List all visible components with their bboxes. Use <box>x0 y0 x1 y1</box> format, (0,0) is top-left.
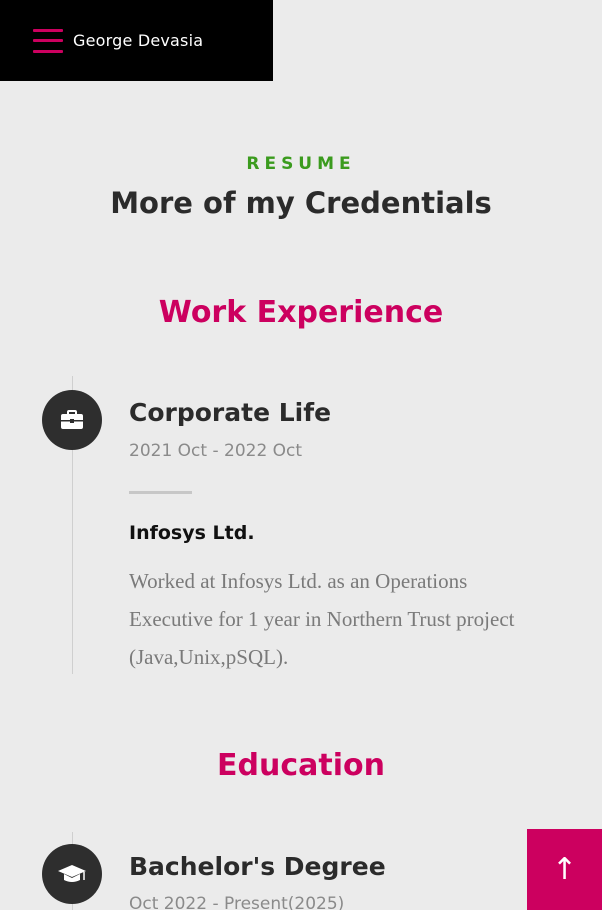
work-experience-heading: Work Experience <box>158 295 444 330</box>
resume-page: George Devasia RESUME More of my Credent… <box>0 0 602 910</box>
work-entry-title: Corporate Life <box>129 398 332 427</box>
hamburger-line <box>33 49 63 53</box>
entry-divider <box>129 491 192 494</box>
briefcase-icon <box>42 390 102 450</box>
graduation-cap-icon <box>42 844 102 904</box>
top-nav-bar: George Devasia <box>0 0 273 81</box>
section-kicker: RESUME <box>246 154 356 174</box>
education-entry-date: Oct 2022 - Present(2025) <box>129 894 345 910</box>
hamburger-line <box>33 39 63 42</box>
page-title: More of my Credentials <box>110 186 492 220</box>
back-to-top-button[interactable]: ↑ <box>527 829 602 910</box>
arrow-up-icon: ↑ <box>551 852 578 887</box>
work-entry-description: Worked at Infosys Ltd. as an Operations … <box>129 569 515 669</box>
company-name: Infosys Ltd. <box>129 522 255 544</box>
briefcase-icon-glyph <box>61 410 83 429</box>
education-heading: Education <box>217 748 385 783</box>
work-entry-date: 2021 Oct - 2022 Oct <box>129 441 303 461</box>
education-entry-title: Bachelor's Degree <box>129 852 386 881</box>
graduation-cap-icon-glyph <box>58 865 86 882</box>
hamburger-line <box>33 28 63 32</box>
hamburger-icon[interactable] <box>33 28 63 53</box>
site-name-link[interactable]: George Devasia <box>73 31 203 50</box>
